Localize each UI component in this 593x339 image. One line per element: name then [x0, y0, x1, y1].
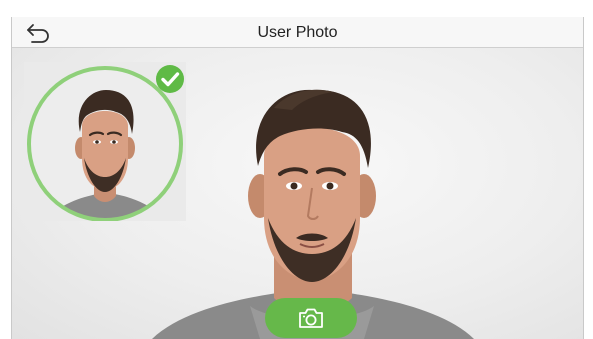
page-title: User Photo — [257, 24, 338, 41]
title-bar: User Photo — [12, 17, 583, 48]
checkmark-icon — [156, 65, 184, 93]
verified-badge — [155, 64, 185, 94]
camera-icon — [299, 308, 323, 328]
back-arrow-icon — [27, 24, 49, 43]
capture-photo-button[interactable] — [265, 298, 357, 338]
back-button[interactable] — [24, 21, 56, 45]
camera-preview — [12, 48, 583, 339]
device-screen: User Photo — [11, 17, 584, 339]
